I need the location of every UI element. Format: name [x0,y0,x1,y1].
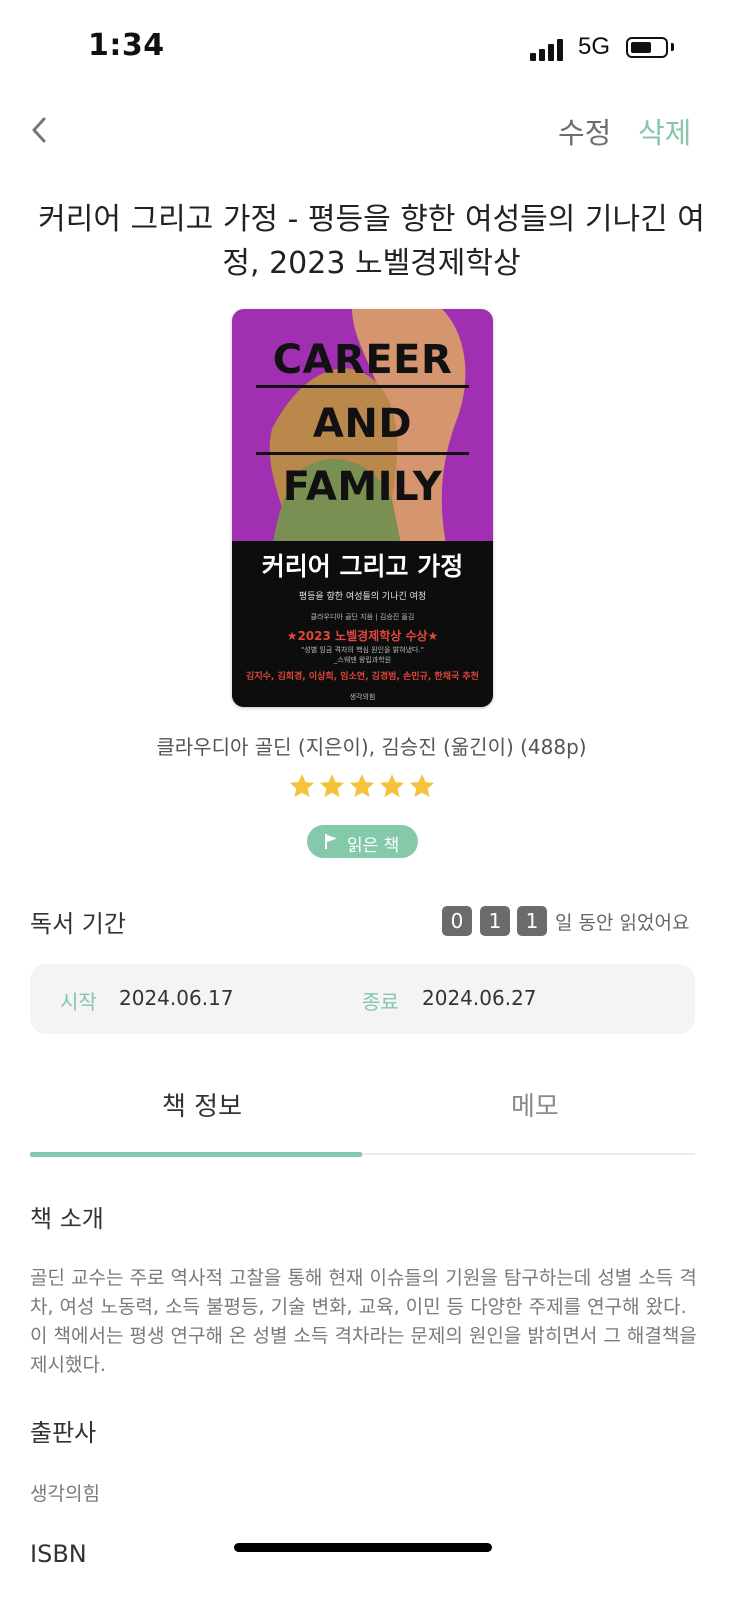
status-bar: 1:34 5G [0,0,743,95]
cover-title-line2: AND [312,401,413,447]
isbn-heading: ISBN [30,1540,87,1568]
tab-active-indicator [30,1152,362,1157]
days-digit: 0 [442,906,472,936]
back-button[interactable] [25,108,65,152]
edit-button[interactable]: 수정 [558,110,611,152]
publisher-heading: 출판사 [30,1419,97,1447]
days-digit: 1 [480,906,510,936]
intro-heading: 책 소개 [30,1205,104,1233]
battery-icon [626,37,668,58]
delete-button[interactable]: 삭제 [638,110,691,152]
days-digit: 1 [517,906,547,936]
chevron-left-icon [32,117,46,143]
book-title: 커리어 그리고 가정 - 평등을 향한 여성들의 기나긴 여정, 2023 노벨… [38,202,705,281]
cover-recommenders: 김지수, 김희경, 이상희, 임소연, 김경범, 손민규, 한채국 추천 [246,672,479,682]
star-icon[interactable] [348,772,376,800]
status-time: 1:34 [88,28,165,63]
star-icon[interactable] [288,772,316,800]
reading-status-label: 읽은 책 [347,836,400,856]
flag-icon [325,834,337,849]
reading-status-badge[interactable]: 읽은 책 [307,825,418,858]
end-date: 2024.06.27 [422,986,537,1010]
end-label: 종료 [362,990,399,1014]
home-indicator[interactable] [234,1543,492,1552]
publisher-value: 생각의힘 [30,1483,100,1505]
nav-bar: 수정 삭제 [0,100,743,160]
cover-award: ★2023 노벨경제학상 수상★ [286,629,439,643]
tab-memo[interactable]: 메모 [511,1086,559,1123]
star-icon[interactable] [318,772,346,800]
network-label: 5G [578,33,611,60]
cover-korean-title: 커리어 그리고 가정 [261,552,464,581]
reading-period-title: 독서 기간 [30,910,126,938]
book-cover[interactable]: CAREER AND FAMILY 커리어 그리고 가정 평등을 향한 여성들의… [232,309,493,707]
date-range-card[interactable]: 시작 2024.06.17 종료 2024.06.27 [30,964,695,1034]
cover-quote-source: _스웨덴 왕립과학원 [333,656,392,664]
cover-credits: 클라우디아 골딘 지음 | 김승진 옮김 [310,613,415,621]
book-authors: 클라우디아 골딘 (지은이), 김승진 (옮긴이) (488p) [156,735,587,759]
rating-stars[interactable] [288,772,458,804]
star-icon[interactable] [408,772,436,800]
start-date: 2024.06.17 [119,986,234,1010]
cover-title-line1: CAREER [272,337,453,383]
days-suffix: 일 동안 읽었어요 [555,912,690,934]
star-icon[interactable] [378,772,406,800]
cover-rule [256,385,469,388]
cover-subtitle: 평등을 향한 여성들의 기나긴 여정 [298,592,427,602]
signal-icon [530,37,568,61]
intro-text: 골딘 교수는 주로 역사적 고찰을 통해 현재 이슈들의 기원을 탐구하는데 성… [30,1267,697,1376]
start-label: 시작 [60,990,97,1014]
cover-rule [256,452,469,455]
cover-quote: "성별 임금 격차의 핵심 원인을 밝혀냈다." [301,646,424,654]
cover-publisher-mark: 생각의힘 [349,693,376,701]
cover-title-line3: FAMILY [282,464,443,510]
tab-book-info[interactable]: 책 정보 [162,1086,242,1123]
battery-cap [671,43,674,51]
